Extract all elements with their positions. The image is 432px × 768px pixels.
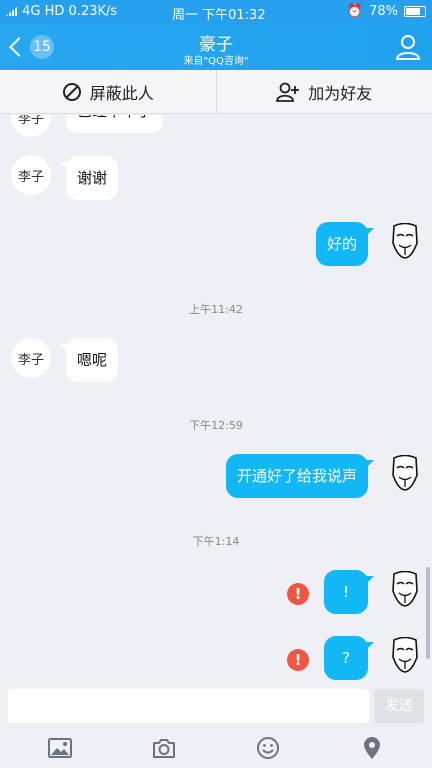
contact-avatar[interactable]: 李子 <box>11 115 51 137</box>
block-button[interactable]: 屏蔽此人 <box>0 70 216 113</box>
clock: 周一 下午01:32 <box>172 8 266 23</box>
status-bar: 4G HD 0.23K/s 周一 下午01:32 ⏰ 78% <box>0 0 432 24</box>
timestamp: 下午12:59 <box>189 419 243 432</box>
chat-header: 15 豪子 来自"QQ咨询" <box>0 24 432 70</box>
message-input[interactable] <box>8 689 369 723</box>
message-bubble[interactable]: 好的 <box>315 222 375 266</box>
add-friend-icon <box>276 82 300 102</box>
message-bubble[interactable]: ? <box>324 636 374 680</box>
status-right: ⏰ 78% <box>347 4 426 19</box>
timestamp: 下午1:14 <box>192 535 240 548</box>
self-avatar[interactable] <box>390 637 420 673</box>
message-bubble[interactable]: 谢谢 <box>59 156 119 200</box>
camera-icon[interactable] <box>151 735 177 761</box>
input-toolbar <box>0 727 432 768</box>
emoji-icon[interactable] <box>255 735 281 761</box>
add-friend-button[interactable]: 加为好友 <box>215 70 432 113</box>
send-button[interactable]: 发送 <box>374 689 424 723</box>
alarm-icon: ⏰ <box>346 4 364 19</box>
composer: 发送 <box>0 685 432 727</box>
send-failed-icon[interactable]: ! <box>287 649 309 671</box>
block-icon <box>62 82 81 101</box>
message-bubble[interactable]: 嗯呢 <box>59 338 119 382</box>
self-avatar[interactable] <box>390 223 420 259</box>
message-list[interactable]: 李子 已经下单了 李子 谢谢 好的 上午11:42 李子 嗯呢 下午12:59 … <box>0 115 432 685</box>
message-bubble[interactable]: ! <box>324 570 374 614</box>
self-avatar[interactable] <box>390 455 420 491</box>
message-bubble[interactable]: 开通好了给我说声 <box>225 454 375 498</box>
message-bubble[interactable]: 已经下单了 <box>66 115 164 133</box>
image-icon[interactable] <box>47 735 73 761</box>
location-icon[interactable] <box>359 735 385 761</box>
contact-avatar[interactable]: 李子 <box>11 155 51 195</box>
battery-icon <box>404 6 426 17</box>
contact-avatar[interactable]: 李子 <box>11 338 51 378</box>
contact-source: 来自"QQ咨询" <box>183 56 249 67</box>
profile-icon[interactable] <box>394 33 422 61</box>
signal-icon <box>6 6 18 16</box>
scrollbar[interactable] <box>426 567 430 659</box>
send-failed-icon[interactable]: ! <box>287 583 309 605</box>
battery-percent: 78% <box>369 4 398 19</box>
stranger-action-bar: 屏蔽此人 加为好友 <box>0 70 432 114</box>
timestamp: 上午11:42 <box>189 303 243 316</box>
network-status: 4G HD 0.23K/s <box>6 4 117 19</box>
self-avatar[interactable] <box>390 571 420 607</box>
